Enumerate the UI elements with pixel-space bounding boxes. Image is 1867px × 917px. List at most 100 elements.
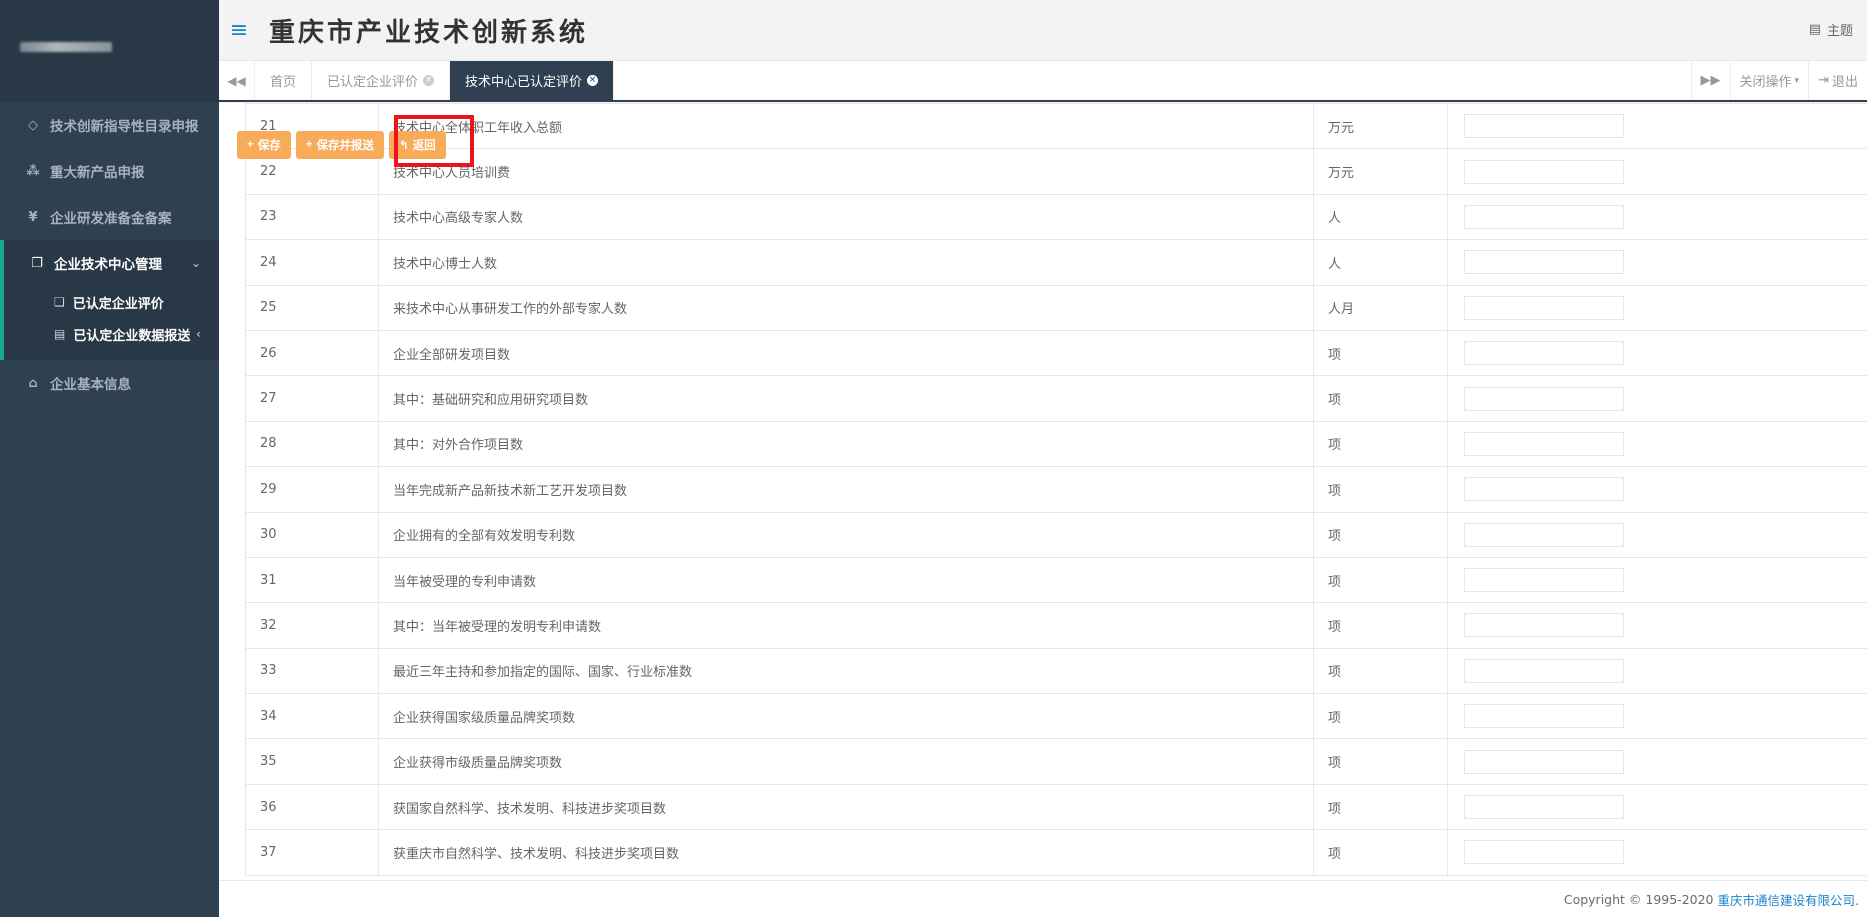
indicator-unit: 人: [1313, 239, 1448, 286]
table-row: 26 企业全部研发项目数项: [245, 329, 1867, 377]
table-row: 25 来技术中心从事研发工作的外部专家人数 人月: [245, 284, 1867, 331]
table-row: 27 其中：基础研究和应用研究项目数项: [245, 375, 1867, 422]
indicator-name: 获重庆市自然科学、技术发明、科技进步奖项目数: [378, 829, 1314, 876]
value-cell: [1447, 420, 1867, 468]
row-number: 26: [245, 329, 379, 377]
value-cell: [1447, 647, 1867, 695]
close-icon[interactable]: ×: [587, 75, 599, 86]
sidebar-item-rd-fund[interactable]: ¥ 企业研发准备金备案: [0, 194, 219, 240]
value-input[interactable]: [1464, 431, 1624, 456]
tab-home[interactable]: 首页: [255, 61, 313, 100]
value-cell: [1447, 148, 1867, 195]
caret-down-icon: ▾: [1794, 75, 1800, 86]
sidebar-item-label: 企业基本信息: [50, 377, 131, 393]
indicator-unit: 万元: [1313, 103, 1448, 150]
sidebar-item-label: 重大新产品申报: [50, 165, 145, 181]
value-input[interactable]: [1464, 295, 1624, 320]
tab-label: 已认定企业评价: [327, 75, 419, 90]
indicator-name: 获国家自然科学、技术发明、科技进步奖项目数: [378, 783, 1314, 831]
indicator-unit: 万元: [1313, 148, 1448, 195]
logout-button[interactable]: ⇥ 退出: [1808, 61, 1867, 100]
table-row: 23 技术中心高级专家人数人: [245, 193, 1867, 241]
table-row: 33 最近三年主持和参加指定的国际、国家、行业标准数项: [245, 647, 1867, 695]
row-number: 25: [245, 284, 379, 331]
sidebar-item-basic-info[interactable]: ⌂ 企业基本信息: [0, 360, 219, 406]
value-input[interactable]: [1464, 114, 1624, 139]
value-cell: [1447, 783, 1867, 831]
indicator-unit: 项: [1313, 738, 1448, 785]
table-row: 30 企业拥有的全部有效发明专利数项: [245, 511, 1867, 558]
footer: Copyright © 1995-2020 重庆市通信建设有限公司.: [219, 880, 1867, 917]
indicator-name: 当年被受理的专利申请数: [378, 556, 1314, 604]
indicator-name: 企业获得国家级质量品牌奖项数: [378, 693, 1314, 740]
indicator-name: 最近三年主持和参加指定的国际、国家、行业标准数: [378, 647, 1314, 695]
table-row: 22 技术中心人员培训费 万元: [245, 148, 1867, 195]
file-text-icon: ▤: [54, 327, 66, 341]
indicator-name: 其中：基础研究和应用研究项目数: [378, 375, 1314, 422]
save-submit-button[interactable]: + 保存并报送: [295, 131, 384, 159]
indicator-name: 企业拥有的全部有效发明专利数: [378, 511, 1314, 558]
row-number: 30: [245, 511, 379, 558]
value-input[interactable]: [1464, 658, 1624, 683]
value-input[interactable]: [1464, 613, 1624, 638]
indicator-name: 其中：对外合作项目数: [378, 420, 1314, 468]
tab-scroll-right-button[interactable]: ▶▶: [1690, 61, 1730, 100]
indicator-unit: 项: [1313, 329, 1448, 377]
tab-tech-center-evaluation[interactable]: 技术中心已认定评价 ×: [450, 61, 615, 100]
value-cell: [1447, 329, 1867, 377]
theme-button[interactable]: ▤ 主题: [1809, 20, 1853, 39]
indicator-unit: 项: [1313, 647, 1448, 695]
sidebar-item-new-product[interactable]: ⁂ 重大新产品申报: [0, 148, 219, 194]
save-button[interactable]: + 保存: [237, 131, 291, 159]
value-input[interactable]: [1464, 159, 1624, 184]
indicator-unit: 项: [1313, 783, 1448, 831]
value-input[interactable]: [1464, 795, 1624, 820]
chevron-down-icon: ⌄: [190, 256, 201, 270]
table-row: 29 当年完成新产品新技术新工艺开发项目数项: [245, 466, 1867, 513]
sidebar-subitem-data-report[interactable]: ▤ 已认定企业数据报送 ‹: [4, 318, 219, 350]
sidebar-subitem-evaluation[interactable]: ❏ 已认定企业评价: [4, 286, 219, 318]
row-number: 34: [245, 693, 379, 740]
tabs-right-controls: ▶▶ 关闭操作 ▾ ⇥ 退出: [1690, 61, 1867, 100]
row-number: 23: [245, 193, 379, 241]
theme-icon: ▤: [1808, 22, 1821, 37]
action-buttons: + 保存 + 保存并报送 ↰ 返回: [237, 131, 446, 159]
value-cell: [1447, 511, 1867, 558]
sidebar-item-tech-center[interactable]: ❐ 企业技术中心管理 ⌄: [4, 240, 219, 286]
value-input[interactable]: [1464, 477, 1624, 502]
close-icon[interactable]: ×: [423, 75, 435, 86]
table-row: 31 当年被受理的专利申请数项: [245, 556, 1867, 604]
row-number: 24: [245, 239, 379, 286]
hamburger-icon[interactable]: ≡: [219, 18, 259, 43]
tab-scroll-left-button[interactable]: ◀◀: [219, 61, 255, 100]
table-row: 32 其中：当年被受理的发明专利申请数项: [245, 602, 1867, 649]
sidebar: ◇ 技术创新指导性目录申报 ⁂ 重大新产品申报 ¥ 企业研发准备金备案 ❐ 企业…: [0, 0, 219, 917]
value-input[interactable]: [1464, 749, 1624, 774]
sidebar-item-tech-directory[interactable]: ◇ 技术创新指导性目录申报: [0, 102, 219, 148]
close-operations-dropdown[interactable]: 关闭操作 ▾: [1729, 61, 1809, 100]
value-input[interactable]: [1464, 386, 1624, 411]
indicator-unit: 项: [1313, 693, 1448, 740]
theme-label: 主题: [1826, 24, 1853, 39]
logout-label: 退出: [1831, 75, 1858, 90]
back-button[interactable]: ↰ 返回: [388, 131, 446, 159]
row-number: 29: [245, 466, 379, 513]
indicator-unit: 项: [1313, 556, 1448, 604]
indicator-name: 技术中心人员培训费: [378, 148, 1314, 195]
value-input[interactable]: [1464, 568, 1624, 593]
value-input[interactable]: [1464, 250, 1624, 275]
value-input[interactable]: [1464, 840, 1624, 865]
back-label: 返回: [412, 140, 436, 152]
sidebar-item-label: 技术创新指导性目录申报: [50, 119, 199, 135]
value-input[interactable]: [1464, 704, 1624, 729]
indicator-unit: 项: [1313, 466, 1448, 513]
value-input[interactable]: [1464, 204, 1624, 229]
tab-evaluation[interactable]: 已认定企业评价 ×: [312, 61, 451, 100]
table-row: 36 获国家自然科学、技术发明、科技进步奖项目数项: [245, 783, 1867, 831]
value-input[interactable]: [1464, 341, 1624, 366]
bank-icon: ⌂: [28, 375, 38, 391]
value-input[interactable]: [1464, 522, 1624, 547]
company-link[interactable]: 重庆市通信建设有限公司.: [1718, 890, 1859, 909]
sidebar-subitem-label: 已认定企业评价: [72, 296, 164, 312]
row-number: 33: [245, 647, 379, 695]
